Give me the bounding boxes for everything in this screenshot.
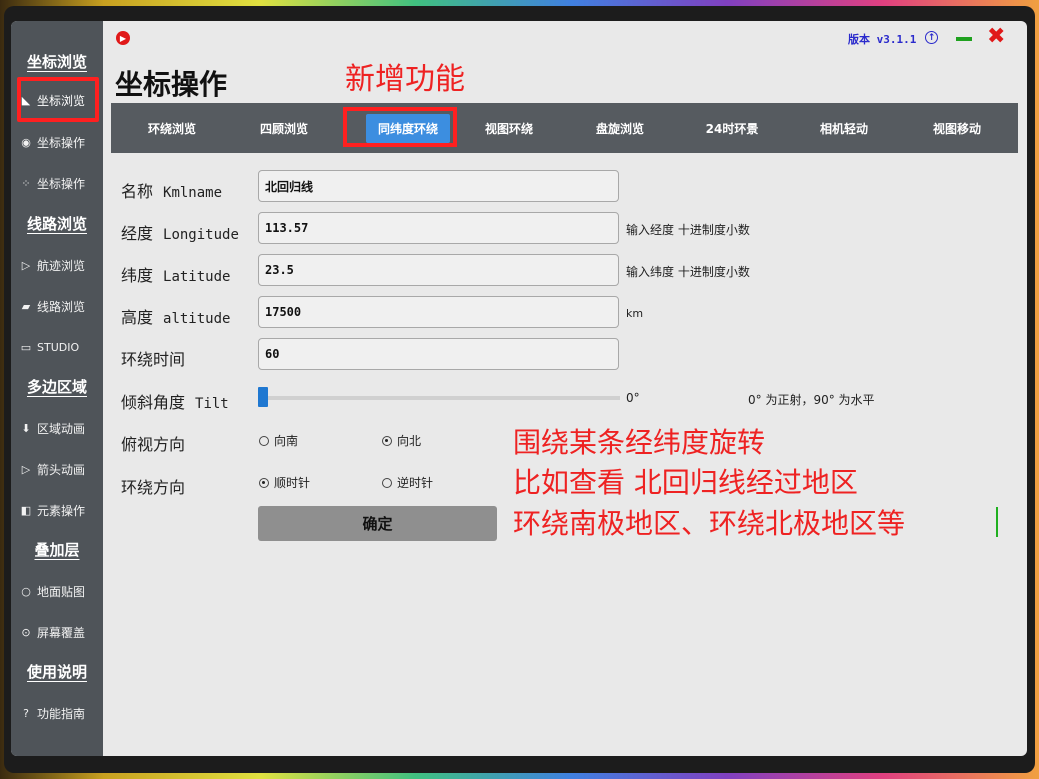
- annotation-line-3: 环绕南极地区、环绕北极地区等: [513, 507, 906, 540]
- sidebar-item-ground-overlay[interactable]: ○ 地面贴图: [19, 580, 103, 602]
- tab-circle-browse[interactable]: 盘旋浏览: [575, 103, 665, 153]
- question-icon: ?: [23, 706, 29, 720]
- active-tab-highlight: [343, 107, 457, 147]
- sidebar-item-arrow-animation[interactable]: ▷ 箭头动画: [19, 458, 103, 480]
- longitude-hint: 输入经度 十进制度小数: [626, 223, 750, 237]
- sidebar-header-overlay: 叠加层: [34, 541, 80, 559]
- tilt-slider[interactable]: [262, 396, 620, 400]
- sidebar-item-label: 线路浏览: [37, 299, 86, 314]
- counterclockwise-radio[interactable]: 逆时针: [382, 474, 433, 491]
- tab-view-orbit[interactable]: 视图环绕: [464, 103, 554, 153]
- radio-icon: ◉: [21, 135, 31, 149]
- tilt-slider-thumb[interactable]: [258, 387, 268, 407]
- sidebar-item-label: 功能指南: [37, 706, 86, 721]
- sidebar-item-region-animation[interactable]: ⬇ 区域动画: [19, 417, 103, 439]
- sidebar-item-label: 航迹浏览: [37, 258, 86, 273]
- sidebar-item-label: 元素操作: [37, 503, 86, 518]
- radio-on-icon: [259, 477, 269, 488]
- latitude-hint: 输入纬度 十进制度小数: [626, 265, 750, 279]
- download-icon: ⬇: [21, 421, 31, 435]
- latitude-input[interactable]: 23.5: [258, 254, 619, 286]
- nodes-icon: ⁘: [21, 176, 31, 190]
- view-north-radio[interactable]: 向北: [382, 432, 421, 449]
- sidebar-item-label: 地面贴图: [37, 584, 86, 599]
- tab-orbit-browse[interactable]: 环绕浏览: [127, 103, 217, 153]
- selected-item-highlight: [17, 77, 99, 122]
- app-window: 坐标浏览 ◣ 坐标浏览 ◉ 坐标操作 ⁘ 坐标操作 线路浏览 ▷ 航迹浏览 ▰ …: [11, 21, 1027, 756]
- sidebar-item-feature-guide[interactable]: ? 功能指南: [19, 702, 103, 724]
- altitude-unit: km: [626, 307, 644, 320]
- confirm-button[interactable]: 确定: [258, 506, 497, 541]
- sidebar-item-label: 区域动画: [37, 421, 86, 436]
- tab-camera-move[interactable]: 相机轻动: [799, 103, 889, 153]
- tab-bar: 环绕浏览 四顾浏览 同纬度环绕 视图环绕 盘旋浏览 24时环景 相机轻动 视图移…: [111, 103, 1018, 153]
- orbit-time-label: 环绕时间: [121, 350, 186, 369]
- sidebar-item-studio[interactable]: ▭ STUDIO: [19, 336, 103, 358]
- orbit-direction-label: 环绕方向: [121, 478, 186, 497]
- clock-icon: ⊙: [21, 625, 31, 639]
- view-south-radio[interactable]: 向南: [259, 432, 298, 449]
- sidebar-item-element-operate[interactable]: ◧ 元素操作: [19, 499, 103, 521]
- radio-off-icon: [382, 477, 392, 488]
- close-button[interactable]: ✖: [987, 26, 1005, 48]
- element-icon: ◧: [20, 503, 32, 517]
- sidebar-item-label: 坐标操作: [37, 135, 86, 150]
- clockwise-radio[interactable]: 顺时针: [259, 474, 310, 491]
- update-icon[interactable]: ↑: [925, 31, 938, 44]
- annotation-line-2: 比如查看 北回归线经过地区: [513, 466, 858, 499]
- annotation-line-1: 围绕某条经纬度旋转: [513, 426, 766, 459]
- sidebar-item-label: 屏幕覆盖: [37, 625, 86, 640]
- radio-on-icon: [382, 435, 392, 446]
- orbit-time-input[interactable]: 60: [258, 338, 619, 370]
- sidebar-item-label: 坐标操作: [37, 176, 86, 191]
- sidebar-header-route-browse: 线路浏览: [26, 215, 87, 233]
- sidebar-item-coordinate-operate[interactable]: ◉ 坐标操作: [19, 131, 103, 153]
- main-panel: ▶ 版本 v3.1.1 ↑ ✖ 坐标操作 新增功能 环绕浏览 四顾浏览 同纬度环…: [103, 21, 1027, 756]
- tilt-label: 倾斜角度 Tilt: [121, 393, 229, 412]
- tab-view-move[interactable]: 视图移动: [912, 103, 1002, 153]
- sidebar-item-coordinate-operate-2[interactable]: ⁘ 坐标操作: [19, 172, 103, 194]
- page-title: 坐标操作: [115, 68, 228, 101]
- app-logo-icon: ▶: [116, 31, 130, 45]
- sidebar-header-coordinate-browse: 坐标浏览: [26, 53, 87, 71]
- longitude-input[interactable]: 113.57: [258, 212, 619, 244]
- minimize-button[interactable]: [956, 37, 972, 41]
- tilt-value: 0°: [626, 391, 640, 405]
- longitude-label: 经度 Longitude: [121, 224, 239, 243]
- view-direction-label: 俯视方向: [121, 435, 186, 454]
- circle-icon: ○: [21, 584, 31, 598]
- tilt-hint: 0° 为正射，90° 为水平: [748, 393, 875, 407]
- sidebar-item-route-browse[interactable]: ▰ 线路浏览: [19, 295, 103, 317]
- tab-look-around[interactable]: 四顾浏览: [239, 103, 329, 153]
- camera-icon: ▭: [20, 340, 32, 354]
- send-icon: ▷: [21, 258, 31, 272]
- sidebar-item-label: 箭头动画: [37, 462, 86, 477]
- annotation-new-feature: 新增功能: [345, 62, 465, 97]
- version-label: 版本 v3.1.1: [848, 33, 917, 46]
- text-caret: [996, 507, 998, 537]
- sidebar-header-polygon-region: 多边区域: [26, 378, 87, 396]
- sidebar-item-label: STUDIO: [37, 340, 80, 354]
- altitude-label: 高度 altitude: [121, 308, 231, 327]
- sidebar: 坐标浏览 ◣ 坐标浏览 ◉ 坐标操作 ⁘ 坐标操作 线路浏览 ▷ 航迹浏览 ▰ …: [11, 21, 103, 756]
- arrow-icon: ▷: [21, 462, 31, 476]
- latitude-label: 纬度 Latitude: [121, 266, 231, 285]
- sidebar-item-track-browse[interactable]: ▷ 航迹浏览: [19, 254, 103, 276]
- name-input[interactable]: 北回归线: [258, 170, 619, 202]
- tab-24h-scene[interactable]: 24时环景: [687, 103, 777, 153]
- sidebar-header-instructions: 使用说明: [26, 663, 87, 681]
- radio-off-icon: [259, 435, 269, 446]
- car-icon: ▰: [21, 299, 31, 313]
- altitude-input[interactable]: 17500: [258, 296, 619, 328]
- sidebar-item-screen-overlay[interactable]: ⊙ 屏幕覆盖: [19, 621, 103, 643]
- name-label: 名称 Kmlname: [121, 182, 223, 201]
